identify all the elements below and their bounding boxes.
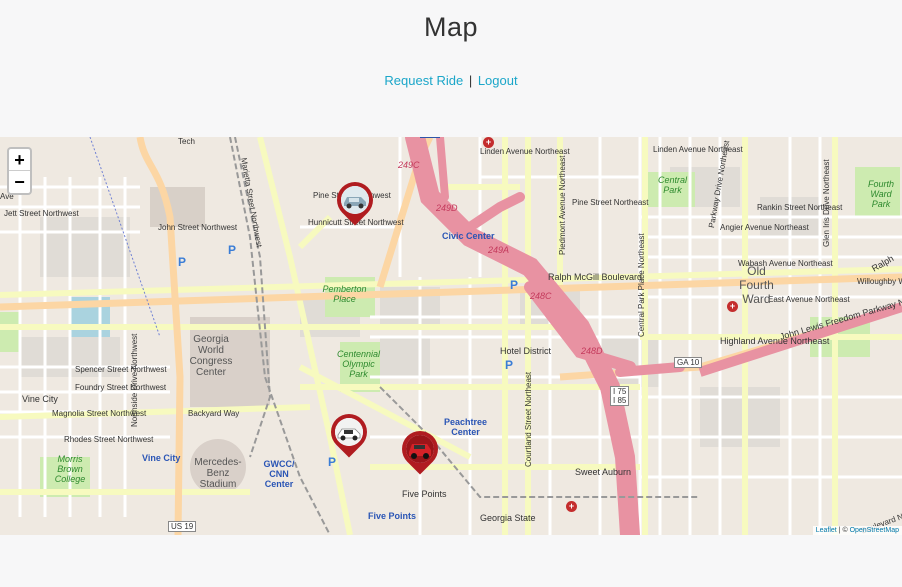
parking-icon: P xyxy=(510,278,519,292)
map-label: Ralph McGill Boulevard xyxy=(548,272,643,282)
zoom-out-button[interactable]: − xyxy=(9,171,30,193)
driver-car-1-marker[interactable] xyxy=(329,174,381,226)
route-shield: I 75 I 85 xyxy=(610,386,630,406)
car-icon xyxy=(341,186,369,214)
map-label: Angier Avenue Northeast xyxy=(720,223,809,232)
station-label: Civic Center xyxy=(442,231,495,241)
request-ride-link[interactable]: Request Ride xyxy=(384,73,463,88)
station-label: Five Points xyxy=(368,511,417,521)
map-label: Glen Iris Drive Northeast xyxy=(822,159,831,247)
map-label: Highland Avenue Northeast xyxy=(720,336,830,346)
station-label: Vine City xyxy=(142,453,181,463)
park-label: Morris Brown College xyxy=(54,454,86,484)
map-label: Jett Street Northwest xyxy=(4,209,79,218)
map-label: Backyard Way xyxy=(188,409,240,418)
park-label: Central Park xyxy=(657,175,687,195)
station-label: GWCC/ CNN Center xyxy=(263,459,295,489)
driver-car-2-marker[interactable] xyxy=(323,406,375,458)
map-label: Central Park Place Northeast xyxy=(637,233,646,337)
hospital-icon: + xyxy=(566,501,577,512)
route-shield: US 19 xyxy=(168,521,197,532)
nav-separator: | xyxy=(468,73,473,88)
map-label: Spencer Street Northwest xyxy=(75,365,167,374)
exit-label: 249D xyxy=(436,203,458,213)
map-label: Pine Street Northeast xyxy=(572,198,649,207)
map-label: Piedmont Avenue Northeast xyxy=(558,155,567,255)
map-attribution: Leaflet | © OpenStreetMap xyxy=(812,526,902,535)
car-icon xyxy=(335,418,363,446)
map-container[interactable]: Tech Linden Avenue Northeast Linden Aven… xyxy=(0,137,902,535)
map-label: Sweet Auburn xyxy=(575,467,632,477)
venue-label: Georgia World Congress Center xyxy=(189,334,233,378)
leaflet-link[interactable]: Leaflet xyxy=(816,527,837,534)
map-label: Linden Avenue Northeast xyxy=(480,147,570,156)
osm-link[interactable]: OpenStreetMap xyxy=(850,527,899,534)
map-label: Courtland Street Northeast xyxy=(524,371,533,467)
zoom-in-button[interactable]: + xyxy=(9,149,30,171)
map-label: Rhodes Street Northwest xyxy=(64,435,154,444)
zoom-control: + − xyxy=(7,147,32,195)
route-shield: GA 10 xyxy=(674,357,703,368)
map-label: Vine City xyxy=(22,394,58,404)
map-label: John Street Northwest xyxy=(158,223,238,232)
exit-label: 248D xyxy=(581,346,603,356)
hospital-icon: + xyxy=(727,301,738,312)
district-label: Hotel District xyxy=(500,346,552,356)
map-label: Georgia State xyxy=(480,513,536,523)
parking-icon: P xyxy=(505,358,514,372)
park-label: Pemberton Place xyxy=(322,284,367,304)
station-label: Peachtree Center xyxy=(443,417,488,437)
parking-icon: P xyxy=(328,455,337,469)
exit-label: 249C xyxy=(398,160,420,170)
map-label: Tech xyxy=(178,137,195,146)
page-title: Map xyxy=(423,12,479,42)
hospital-icon: + xyxy=(483,137,494,148)
map-label: Five Points xyxy=(402,489,447,499)
exit-label: 248C xyxy=(530,291,552,301)
logout-link[interactable]: Logout xyxy=(478,73,518,88)
car-icon xyxy=(406,435,434,463)
nav-links: Request Ride | Logout xyxy=(0,73,902,88)
parking-icon: P xyxy=(178,255,187,269)
map-label: Foundry Street Northwest xyxy=(75,383,167,392)
venue-label: Mercedes-Benz Stadium xyxy=(194,457,242,490)
map-label: Willoughby Way xyxy=(857,277,902,286)
map-label: Northside Drive Northwest xyxy=(130,333,139,427)
driver-car-3-marker[interactable] xyxy=(394,423,446,475)
attribution-separator: | © xyxy=(836,527,850,534)
park-label: Centennial Olympic Park xyxy=(336,349,381,379)
exit-label: 249A xyxy=(488,245,510,255)
neighborhood-label: Old Fourth Ward xyxy=(739,264,774,306)
parking-icon: P xyxy=(228,243,237,257)
park-label: Fourth Ward Park xyxy=(867,179,894,209)
